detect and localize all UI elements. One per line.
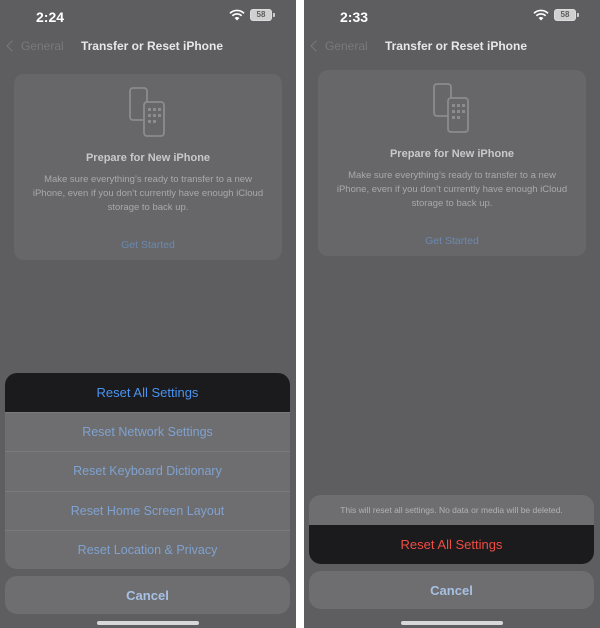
wifi-icon [229, 9, 245, 21]
reset-network-settings-button[interactable]: Reset Network Settings [5, 412, 290, 451]
reset-all-settings-button[interactable]: Reset All Settings [5, 373, 290, 413]
battery-icon: 58 [554, 9, 579, 21]
home-indicator [97, 621, 199, 625]
status-bar: 2:33 58 [304, 0, 600, 34]
cancel-button[interactable]: Cancel [5, 576, 290, 614]
card-title: Prepare for New iPhone [389, 148, 515, 160]
get-started-link[interactable]: Get Started [318, 235, 586, 247]
comparison-screenshot: 2:24 58 General Transfer or Reset iPhone [0, 0, 600, 628]
navigation-bar: General Transfer or Reset iPhone [0, 34, 296, 60]
status-icons: 58 [229, 9, 275, 21]
page-title: Transfer or Reset iPhone [80, 39, 224, 53]
status-icons: 58 [533, 9, 579, 21]
confirm-action-sheet: This will reset all settings. No data or… [309, 495, 594, 564]
prepare-card: Prepare for New iPhone Make sure everyth… [318, 70, 586, 256]
phones-transfer-icon [129, 87, 165, 137]
status-bar: 2:24 58 [0, 0, 296, 34]
phone-screen-right: 2:33 58 General Transfer or Reset iPhone [304, 0, 600, 628]
confirm-message: This will reset all settings. No data or… [340, 505, 563, 515]
reset-keyboard-dictionary-button[interactable]: Reset Keyboard Dictionary [5, 451, 290, 490]
prepare-card: Prepare for New iPhone Make sure everyth… [14, 74, 282, 260]
cancel-button[interactable]: Cancel [309, 571, 594, 609]
reset-action-sheet: Reset All Settings Reset Network Setting… [5, 373, 290, 569]
card-description: Make sure everything’s ready to transfer… [32, 174, 264, 213]
navigation-bar: General Transfer or Reset iPhone [304, 34, 600, 60]
status-time: 2:33 [340, 9, 369, 25]
phones-transfer-icon [433, 83, 469, 133]
reset-home-screen-layout-button[interactable]: Reset Home Screen Layout [5, 490, 290, 530]
get-started-link[interactable]: Get Started [14, 239, 282, 251]
card-description: Make sure everything’s ready to transfer… [336, 170, 568, 209]
battery-icon: 58 [250, 9, 275, 21]
phone-screen-left: 2:24 58 General Transfer or Reset iPhone [0, 0, 296, 628]
card-title: Prepare for New iPhone [85, 152, 211, 164]
page-title: Transfer or Reset iPhone [384, 39, 528, 53]
status-time: 2:24 [36, 9, 65, 25]
wifi-icon [533, 9, 549, 21]
home-indicator [401, 621, 503, 625]
confirm-reset-all-settings-button[interactable]: Reset All Settings [309, 525, 594, 564]
reset-location-privacy-button[interactable]: Reset Location & Privacy [5, 529, 290, 569]
